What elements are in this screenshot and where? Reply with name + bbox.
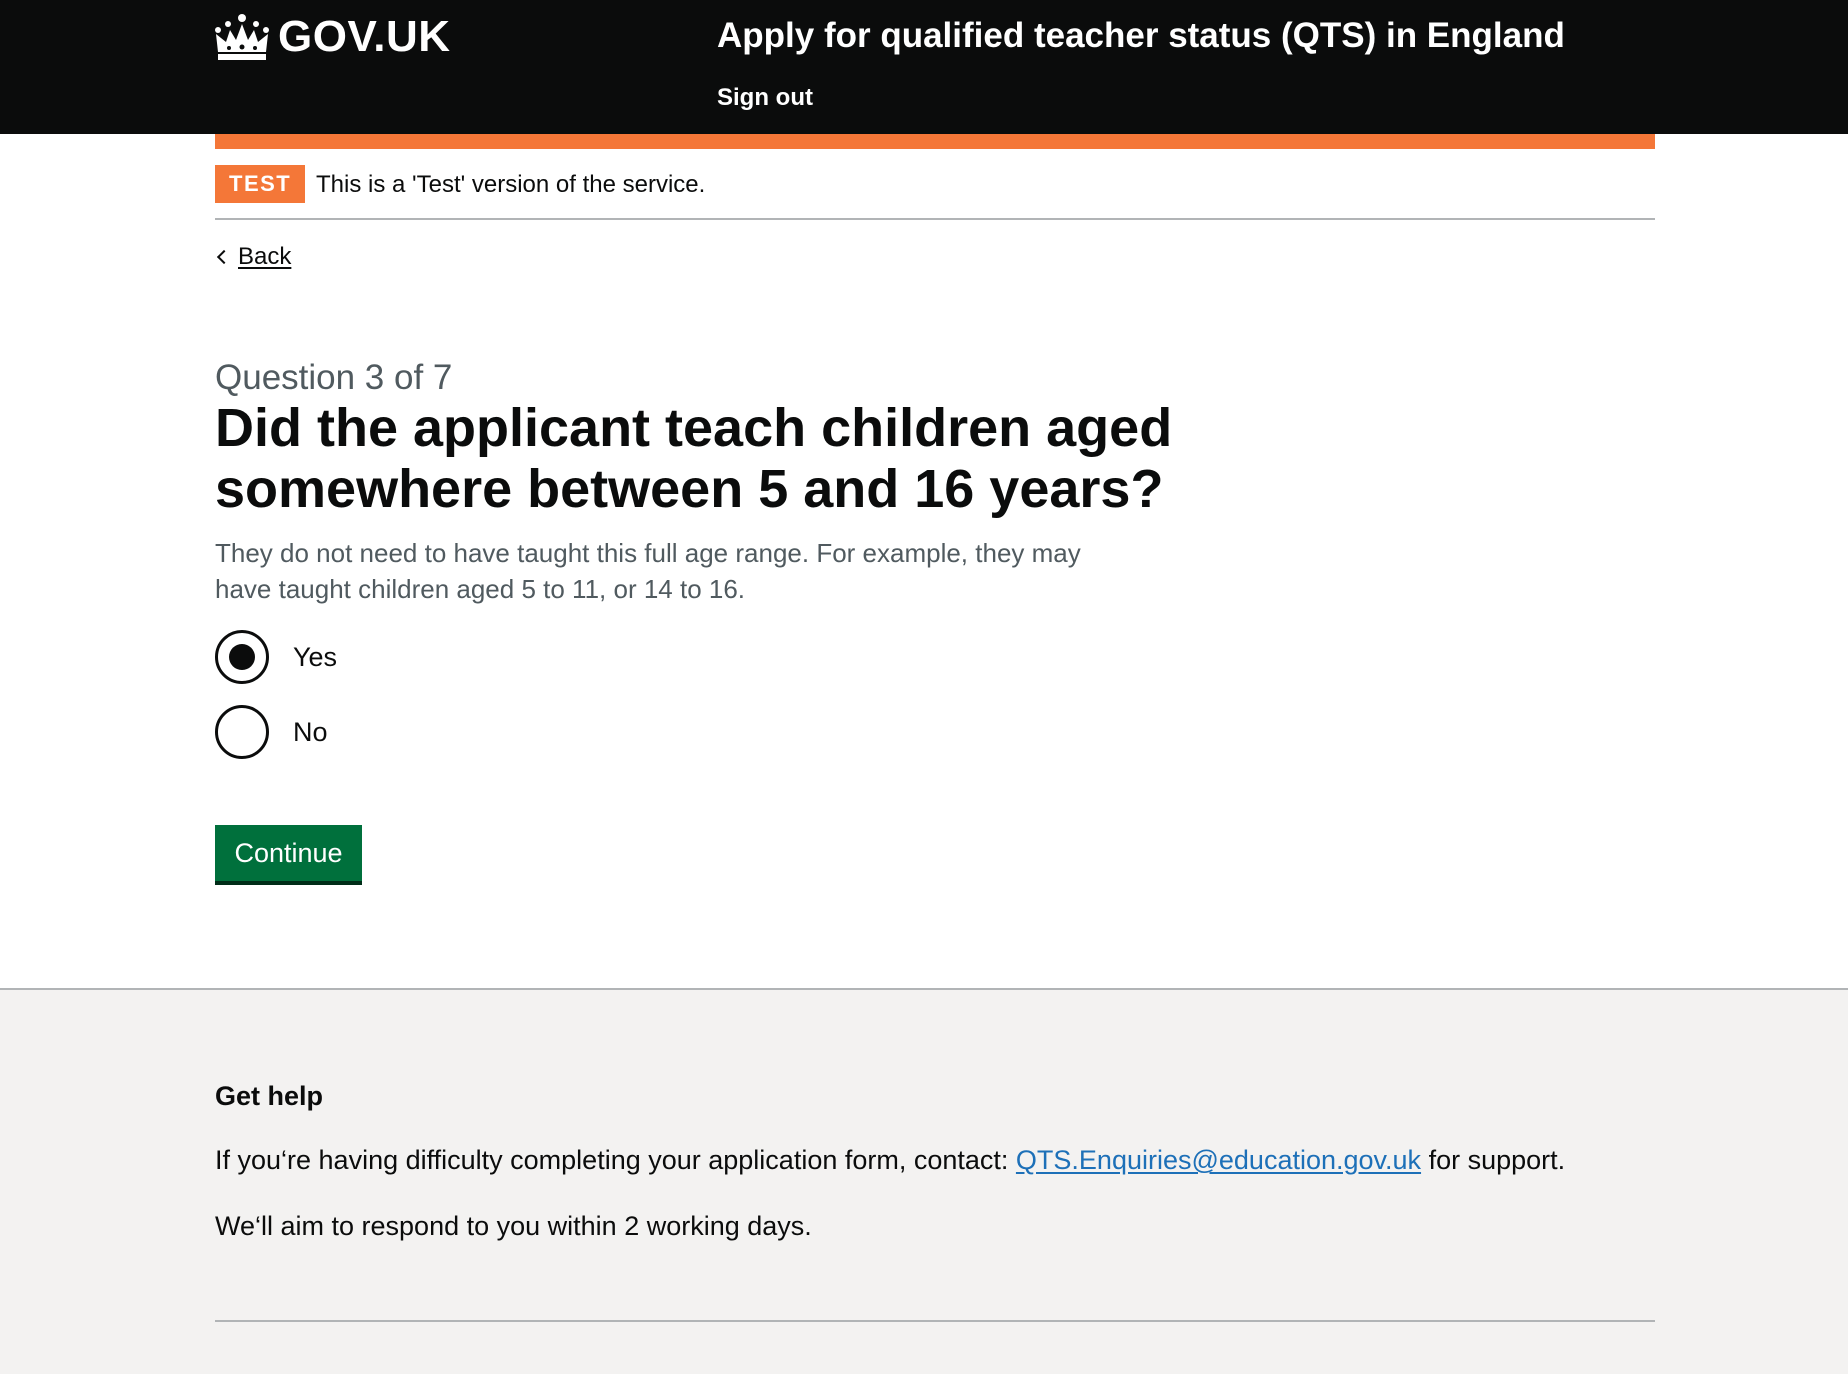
- phase-banner: TEST This is a 'Test' version of the ser…: [215, 149, 1655, 220]
- phase-accent-bar: [215, 134, 1655, 149]
- footer-response-text: We‘ll aim to respond to you within 2 wor…: [215, 1211, 812, 1241]
- question-hint: They do not need to have taught this ful…: [215, 538, 1081, 604]
- back-link-label: Back: [238, 243, 292, 270]
- site-header: GOV.UK Apply for qualified teacher statu…: [0, 0, 1848, 134]
- footer-divider: [215, 1320, 1655, 1322]
- chevron-left-icon: [216, 249, 232, 265]
- footer-heading: Get help: [215, 1081, 324, 1111]
- radio-button-yes[interactable]: [215, 630, 269, 684]
- footer-help-suffix: for support.: [1428, 1145, 1566, 1175]
- question-heading: Did the applicant teach children aged so…: [215, 398, 1173, 519]
- phase-tag: TEST: [215, 165, 306, 203]
- question-caption: Question 3 of 7: [215, 358, 453, 397]
- logo-text: GOV.UK: [278, 12, 451, 61]
- back-link[interactable]: Back: [215, 241, 291, 273]
- continue-button[interactable]: Continue: [215, 825, 362, 881]
- support-email-link[interactable]: QTS.Enquiries@education.gov.uk: [1016, 1145, 1421, 1175]
- radio-option-yes[interactable]: Yes: [215, 630, 337, 684]
- radio-label-no[interactable]: No: [293, 716, 328, 748]
- radio-button-no[interactable]: [215, 705, 269, 759]
- radio-option-no[interactable]: No: [215, 705, 328, 759]
- sign-out-link[interactable]: Sign out: [717, 82, 813, 114]
- footer-help-prefix: If you‘re having difficulty completing y…: [215, 1145, 1009, 1175]
- phase-banner-text: This is a 'Test' version of the service.: [316, 171, 706, 198]
- service-name-link[interactable]: Apply for qualified teacher status (QTS)…: [717, 14, 1565, 58]
- footer-help-text: If you‘re having difficulty completing y…: [215, 1144, 1565, 1176]
- crown-icon: [215, 14, 269, 60]
- govuk-logo-link[interactable]: GOV.UK: [214, 12, 451, 62]
- radio-label-yes[interactable]: Yes: [293, 641, 337, 673]
- site-footer: Get help If you‘re having difficulty com…: [0, 988, 1848, 1374]
